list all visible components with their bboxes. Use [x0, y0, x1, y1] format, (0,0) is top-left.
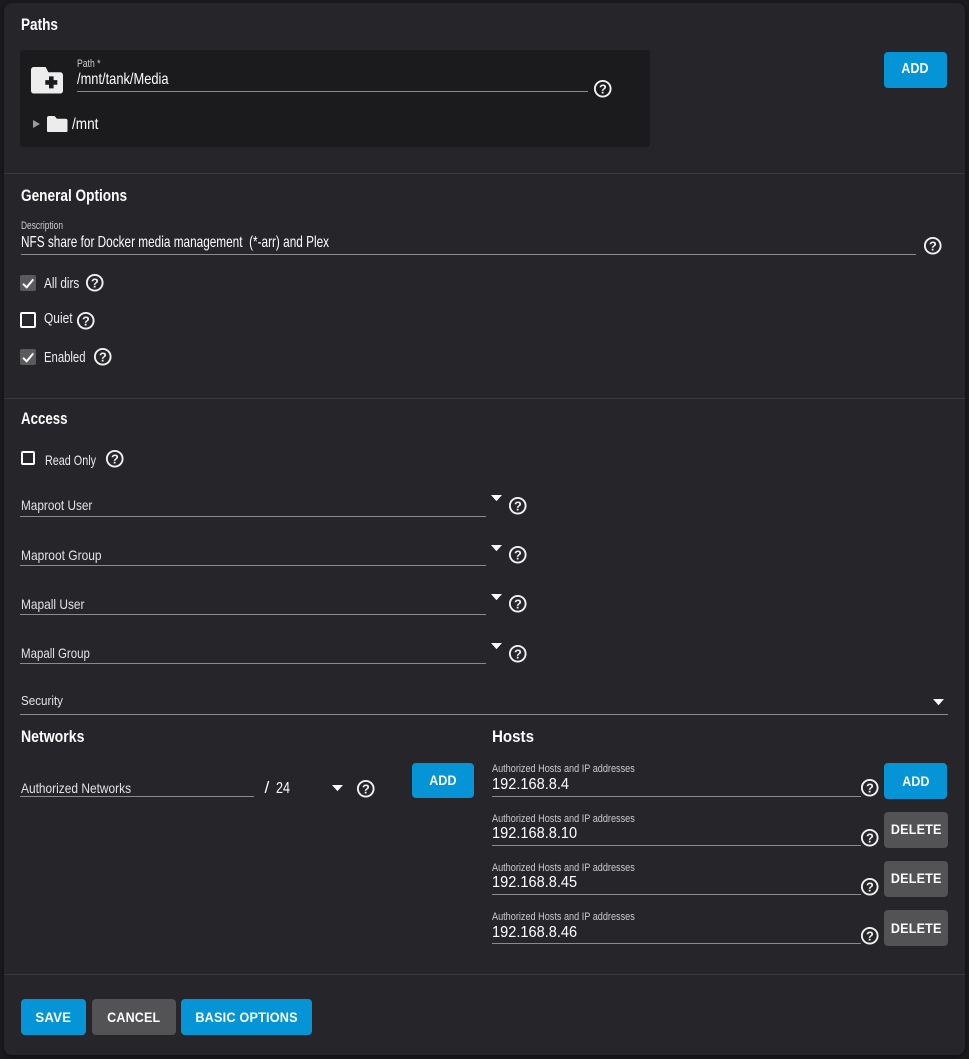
svg-text:?: ?: [866, 781, 874, 796]
svg-text:?: ?: [866, 830, 874, 845]
svg-text:?: ?: [514, 547, 522, 562]
svg-text:?: ?: [111, 452, 119, 467]
svg-text:?: ?: [866, 879, 874, 894]
svg-text:?: ?: [929, 238, 937, 253]
svg-text:?: ?: [362, 781, 370, 796]
svg-text:?: ?: [866, 928, 874, 943]
svg-text:?: ?: [599, 82, 607, 97]
svg-text:?: ?: [514, 498, 522, 513]
svg-text:?: ?: [99, 350, 107, 365]
svg-text:?: ?: [514, 596, 522, 611]
svg-text:?: ?: [514, 646, 522, 661]
svg-text:?: ?: [91, 276, 99, 291]
svg-text:?: ?: [82, 314, 90, 329]
